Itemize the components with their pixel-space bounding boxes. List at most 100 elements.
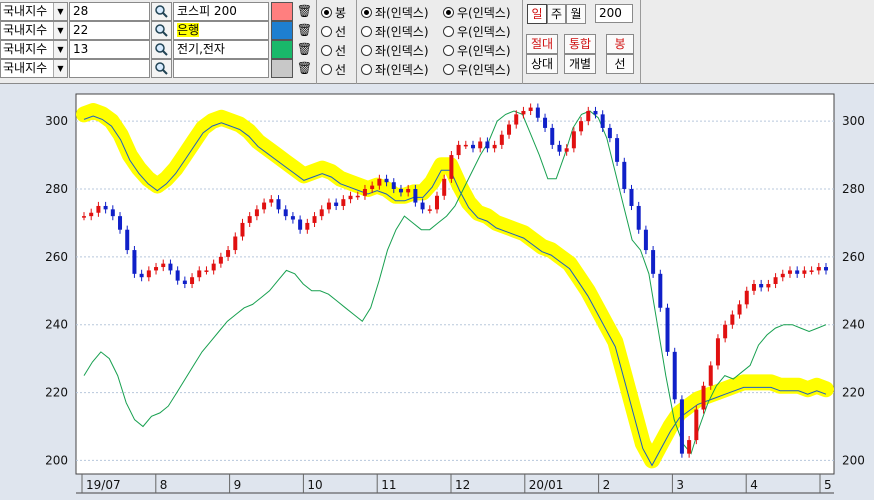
period-day-button[interactable]: 일 [527, 4, 547, 24]
mode-radio[interactable]: 봉 [321, 2, 346, 22]
radio-dot[interactable] [361, 6, 372, 18]
candle-body [759, 284, 764, 288]
color-swatch[interactable] [271, 2, 293, 21]
right-axis-label: 우(인덱스) [457, 62, 511, 77]
candle-body [485, 141, 490, 149]
mode-label: 선 [335, 24, 347, 39]
radio-dot[interactable] [443, 44, 454, 56]
right-axis-radio[interactable]: 우(인덱스) [443, 40, 511, 60]
candle-body [809, 270, 814, 272]
separate-button[interactable]: 개별 [564, 54, 596, 74]
search-button[interactable] [151, 59, 172, 78]
y-tick-label-left: 220 [45, 386, 68, 400]
candle-body [715, 338, 720, 366]
candle-body [175, 270, 180, 281]
trash-icon[interactable]: 🗑 [296, 21, 313, 40]
candle-body [190, 277, 195, 284]
radio-dot[interactable] [443, 63, 454, 75]
candle-body [643, 229, 648, 251]
category-select[interactable]: 국내지수 ▼ [0, 2, 68, 21]
mode-radio[interactable]: 선 [321, 40, 346, 60]
left-axis-radio[interactable]: 좌(인덱스) [361, 59, 429, 79]
right-axis-label: 우(인덱스) [457, 5, 511, 20]
search-button[interactable] [151, 40, 172, 59]
chevron-down-icon[interactable]: ▼ [53, 22, 67, 39]
right-axis-radio[interactable]: 우(인덱스) [443, 59, 511, 79]
candle-body [615, 138, 620, 162]
y-tick-label-right: 300 [842, 114, 865, 128]
trash-icon[interactable]: 🗑 [296, 2, 313, 21]
magnifier-icon [155, 24, 168, 37]
candle-body [146, 270, 151, 278]
trash-icon[interactable]: 🗑 [296, 59, 313, 78]
candle-body [622, 161, 627, 189]
left-axis-radio[interactable]: 좌(인덱스) [361, 21, 429, 41]
category-select[interactable]: 국내지수 ▼ [0, 59, 68, 78]
mode-radio[interactable]: 선 [321, 59, 346, 79]
count-input[interactable]: 200 [595, 4, 633, 23]
radio-dot[interactable] [443, 6, 454, 18]
comparison-chart: 200 200 220 220 240 240 260 260 280 280 300 300 19/0… [45, 93, 865, 494]
period-week-button[interactable]: 주 [547, 4, 566, 24]
mode-radio[interactable]: 선 [321, 21, 346, 41]
radio-dot[interactable] [321, 44, 332, 56]
candle-body [478, 141, 483, 149]
code-input[interactable]: 13 [69, 40, 150, 59]
code-input[interactable]: 28 [69, 2, 150, 21]
code-input[interactable]: 22 [69, 21, 150, 40]
category-select[interactable]: 국내지수 ▼ [0, 21, 68, 40]
candle-body [600, 114, 605, 128]
y-tick-label-right: 260 [842, 250, 865, 264]
mode-label: 선 [335, 62, 347, 77]
candle-body [362, 189, 367, 196]
radio-dot[interactable] [361, 44, 372, 56]
radio-dot[interactable] [443, 25, 454, 37]
chevron-down-icon[interactable]: ▼ [53, 60, 67, 77]
chevron-down-icon[interactable]: ▼ [53, 41, 67, 58]
chevron-down-icon[interactable]: ▼ [53, 3, 67, 20]
category-select[interactable]: 국내지수 ▼ [0, 40, 68, 59]
absolute-button[interactable]: 절대 [526, 34, 558, 54]
candle-body [651, 250, 656, 274]
candle-body [118, 216, 123, 230]
search-button[interactable] [151, 21, 172, 40]
candle-body [658, 273, 663, 308]
candle-body [492, 144, 497, 149]
radio-dot[interactable] [321, 25, 332, 37]
left-axis-radio[interactable]: 좌(인덱스) [361, 2, 429, 22]
merged-button[interactable]: 통합 [564, 34, 596, 54]
candle-body [262, 202, 267, 210]
line-button[interactable]: 선 [606, 54, 634, 74]
color-swatch[interactable] [271, 21, 293, 40]
candle-body [96, 205, 101, 213]
candle-body [125, 229, 130, 251]
left-axis-radio[interactable]: 좌(인덱스) [361, 40, 429, 60]
candle-body [283, 209, 288, 217]
search-button[interactable] [151, 2, 172, 21]
candle-body [543, 117, 548, 128]
category-label: 국내지수 [3, 23, 48, 37]
category-label: 국내지수 [3, 42, 48, 56]
trash-icon[interactable]: 🗑 [296, 40, 313, 59]
candle-body [370, 185, 375, 189]
relative-button[interactable]: 상대 [526, 54, 558, 74]
radio-dot[interactable] [321, 63, 332, 75]
candle-body [290, 216, 295, 220]
candle-body [773, 277, 778, 284]
period-month-button[interactable]: 월 [566, 4, 586, 24]
radio-dot[interactable] [361, 25, 372, 37]
y-tick-label-right: 220 [842, 386, 865, 400]
code-input[interactable] [69, 59, 150, 78]
radio-dot[interactable] [361, 63, 372, 75]
color-swatch[interactable] [271, 40, 293, 59]
candle-body [507, 124, 512, 135]
candle-body [571, 131, 576, 149]
candle-button[interactable]: 봉 [606, 34, 634, 54]
y-tick-label-right: 200 [842, 453, 865, 467]
radio-dot[interactable] [321, 6, 332, 18]
right-axis-radio[interactable]: 우(인덱스) [443, 21, 511, 41]
divider [316, 0, 317, 84]
right-axis-radio[interactable]: 우(인덱스) [443, 2, 511, 22]
color-swatch[interactable] [271, 59, 293, 78]
candle-body [384, 178, 389, 183]
